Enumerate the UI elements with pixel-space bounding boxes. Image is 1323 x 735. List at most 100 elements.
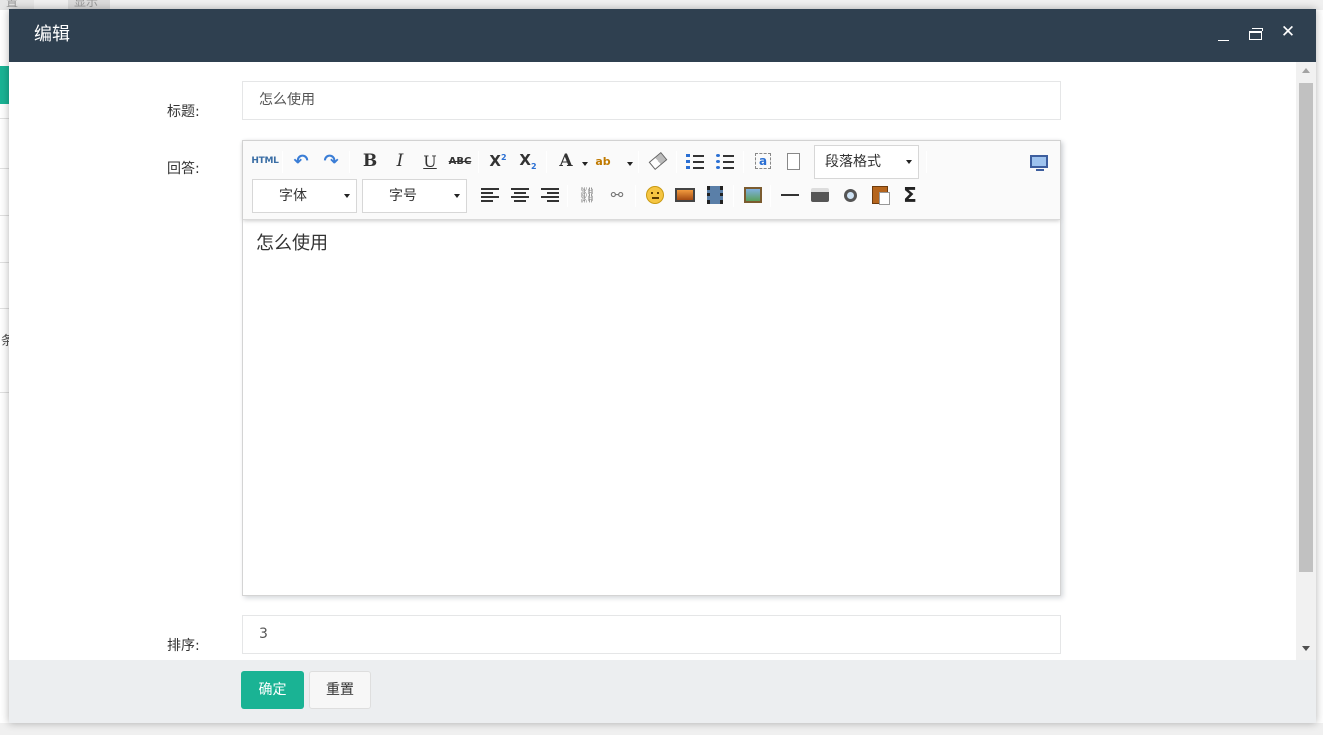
close-icon: ✕ (1280, 22, 1296, 42)
divider (0, 262, 9, 263)
paragraph-format-select[interactable]: 段落格式 (814, 145, 919, 179)
smiley-icon (646, 186, 664, 204)
ordered-list-icon (686, 153, 704, 169)
dialog-footer: 确定 重置 (9, 660, 1316, 723)
superscript-icon: X2 (489, 152, 507, 170)
editor-content-area[interactable]: 怎么使用 (243, 221, 1060, 595)
minimize-button[interactable] (1215, 26, 1233, 44)
divider (0, 168, 9, 169)
font-color-icon: A (559, 151, 573, 171)
italic-button[interactable]: I (388, 149, 412, 173)
font-color-button[interactable]: A (554, 149, 578, 173)
divider (0, 308, 9, 309)
page-break-button[interactable] (781, 149, 805, 173)
font-size-value: 字号 (389, 188, 417, 204)
background-footer (0, 723, 1323, 735)
paste-icon (872, 186, 890, 205)
divider (0, 215, 9, 216)
unlink-icon: ⚯ (610, 186, 624, 204)
toolbar-separator (733, 185, 734, 207)
chevron-down-icon (344, 194, 350, 198)
fullscreen-button[interactable] (1027, 149, 1051, 173)
align-right-button[interactable] (538, 183, 562, 207)
preview-button[interactable] (838, 183, 862, 207)
image-icon (675, 188, 695, 202)
unordered-list-button[interactable] (713, 149, 737, 173)
redo-button[interactable]: ↷ (319, 149, 343, 173)
highlight-icon: ab (595, 154, 611, 168)
underline-icon: U (423, 151, 437, 171)
toolbar-separator (478, 151, 479, 173)
insert-image-button[interactable] (673, 183, 697, 207)
horizontal-rule-icon (781, 194, 799, 196)
formula-button[interactable]: Σ (898, 183, 922, 207)
font-size-select[interactable]: 字号 (362, 179, 467, 213)
print-button[interactable] (808, 183, 832, 207)
toolbar-separator (635, 185, 636, 207)
divider (0, 118, 9, 119)
superscript-button[interactable]: X2 (486, 149, 510, 173)
align-left-button[interactable] (478, 183, 502, 207)
background-color-button[interactable]: ab (591, 149, 615, 173)
preview-icon (843, 188, 857, 202)
underline-button[interactable]: U (418, 149, 442, 173)
toolbar-separator (349, 151, 350, 173)
scroll-down-icon[interactable] (1302, 646, 1310, 651)
emotion-button[interactable] (643, 183, 667, 207)
subscript-button[interactable]: X2 (516, 149, 540, 173)
strikethrough-button[interactable]: ABC (448, 149, 472, 173)
anchor-icon: a (755, 153, 771, 169)
horizontal-rule-button[interactable] (778, 183, 802, 207)
toolbar-separator (926, 151, 927, 173)
maximize-button[interactable] (1247, 26, 1265, 44)
insert-link-button[interactable]: ⛓ (575, 183, 599, 207)
edit-dialog: 编辑 ✕ 标题: 怎么使用 回答: HTML ↶ ↷ B I U ABC X2 … (9, 9, 1316, 723)
toolbar-separator (567, 185, 568, 207)
ordered-list-button[interactable] (683, 149, 707, 173)
font-family-select[interactable]: 字体 (252, 179, 357, 213)
anchor-button[interactable]: a (751, 149, 775, 173)
undo-button[interactable]: ↶ (289, 149, 313, 173)
toolbar-separator (282, 151, 283, 173)
reset-button[interactable]: 重置 (309, 671, 371, 709)
confirm-button[interactable]: 确定 (241, 671, 304, 709)
sigma-icon: Σ (903, 183, 917, 207)
image-gallery-button[interactable] (741, 183, 765, 207)
gallery-icon (744, 187, 762, 203)
editor-toolbar: HTML ↶ ↷ B I U ABC X2 X2 A ab a 段落格式 字体 … (243, 141, 1060, 220)
subscript-icon: X2 (519, 151, 537, 171)
toolbar-separator (676, 151, 677, 173)
background-active-indicator (0, 66, 9, 104)
toolbar-separator (770, 185, 771, 207)
toolbar-row: 字体 字号 ⛓ ⚯ Σ (251, 178, 1051, 213)
order-label: 排序: (167, 638, 200, 654)
remove-format-button[interactable] (646, 149, 670, 173)
scrollbar-thumb[interactable] (1299, 83, 1313, 572)
html-icon: HTML (251, 156, 279, 166)
dialog-title: 编辑 (34, 24, 70, 45)
chevron-down-icon (454, 194, 460, 198)
bold-button[interactable]: B (358, 149, 382, 173)
answer-label: 回答: (167, 161, 200, 177)
html-source-button[interactable]: HTML (251, 149, 279, 173)
paste-button[interactable] (868, 183, 892, 207)
unlink-button[interactable]: ⚯ (605, 183, 629, 207)
background-color-dropdown-icon[interactable] (627, 162, 633, 166)
toolbar-row: HTML ↶ ↷ B I U ABC X2 X2 A ab a 段落格式 (251, 144, 1051, 179)
font-color-dropdown-icon[interactable] (582, 162, 588, 166)
paragraph-format-value: 段落格式 (825, 154, 881, 170)
rich-text-editor: HTML ↶ ↷ B I U ABC X2 X2 A ab a 段落格式 字体 … (242, 140, 1061, 596)
scroll-up-icon[interactable] (1302, 68, 1310, 73)
video-icon (707, 186, 723, 204)
vertical-scrollbar[interactable] (1296, 62, 1316, 660)
order-input[interactable]: 3 (242, 615, 1061, 654)
bold-icon: B (362, 151, 378, 171)
dialog-header: 编辑 ✕ (9, 9, 1316, 62)
undo-icon: ↶ (293, 150, 309, 172)
insert-video-button[interactable] (703, 183, 727, 207)
close-button[interactable]: ✕ (1279, 22, 1297, 44)
toolbar-separator (743, 151, 744, 173)
title-label: 标题: (167, 104, 200, 120)
title-input[interactable]: 怎么使用 (242, 81, 1061, 120)
align-center-button[interactable] (508, 183, 532, 207)
